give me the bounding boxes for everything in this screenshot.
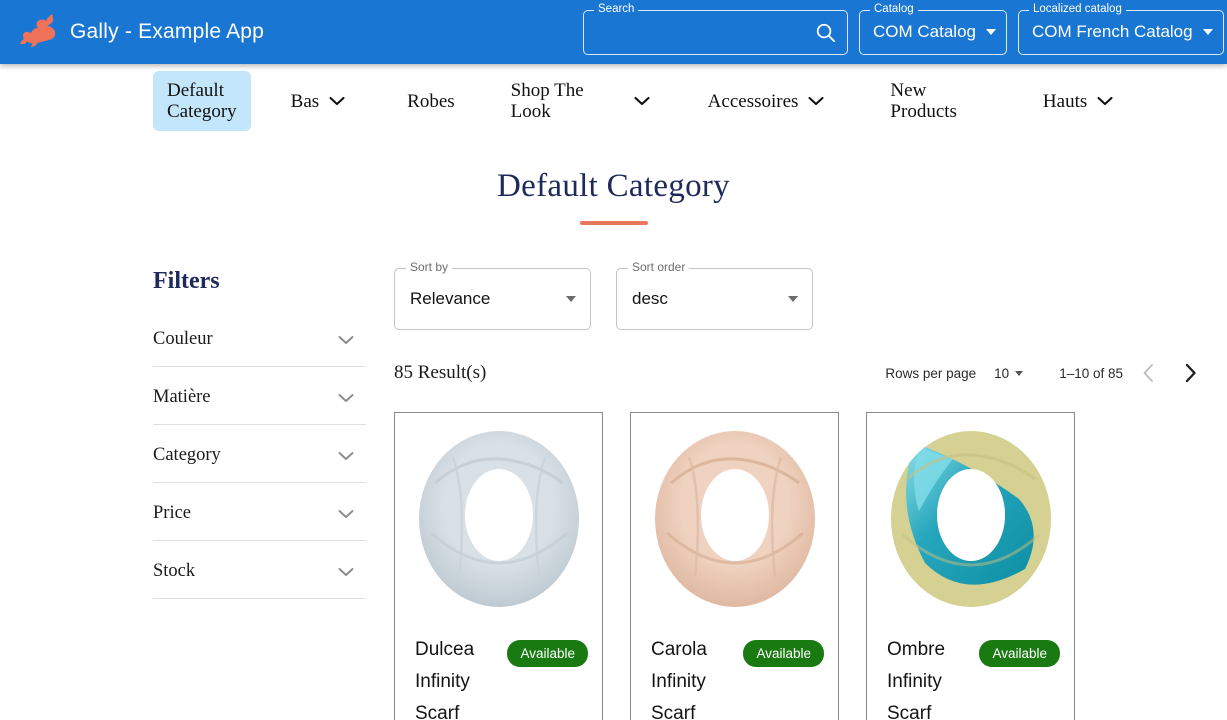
chevron-down-icon[interactable] (338, 509, 354, 519)
chevron-down-icon[interactable] (338, 335, 354, 345)
previous-page-button[interactable] (1131, 356, 1165, 390)
product-info: Carola Infinity Scarf Available (631, 618, 838, 720)
nav-item-bas[interactable]: Bas (277, 82, 360, 121)
sort-controls: Sort by Relevance Sort order desc (394, 261, 1207, 330)
nav-item-label: Shop The Look (510, 80, 584, 122)
rows-per-page-label: Rows per page (885, 365, 977, 381)
status-badge: Available (743, 640, 824, 667)
title-underline (579, 221, 648, 225)
app-title: Gally - Example App (70, 20, 265, 43)
filters-heading: Filters (153, 268, 220, 294)
product-name: Dulcea Infinity Scarf (415, 639, 475, 720)
filter-label: Category (153, 445, 221, 465)
status-badge: Available (979, 640, 1060, 667)
catalog-label: Catalog (870, 2, 918, 15)
nav-item-new-products[interactable]: New Products (876, 71, 971, 131)
product-card[interactable]: Carola Infinity Scarf Available (630, 412, 839, 720)
search-field[interactable]: Search (583, 2, 848, 55)
filter-label: Couleur (153, 329, 213, 349)
chevron-right-icon (1185, 363, 1196, 383)
result-count: 85 Result(s) (394, 362, 487, 383)
results-meta-bar: 85 Result(s) Rows per page 10 1–10 of 85 (394, 356, 1207, 390)
page-range: 1–10 of 85 (1059, 365, 1123, 381)
chevron-down-icon[interactable] (329, 96, 345, 106)
chevron-down-icon[interactable] (634, 96, 650, 106)
product-info: Dulcea Infinity Scarf Available (395, 618, 602, 720)
product-name: Carola Infinity Scarf (651, 639, 707, 720)
rows-per-page-select[interactable]: 10 (994, 365, 1024, 381)
header-controls: Search Catalog COM Catalog Localized cat… (583, 0, 1224, 64)
next-page-button[interactable] (1173, 356, 1207, 390)
filter-price[interactable]: Price (153, 501, 366, 541)
localized-catalog-select[interactable]: Localized catalog COM French Catalog (1017, 2, 1224, 55)
page-title-block: Default Category (0, 168, 1227, 225)
nav-item-accessoires[interactable]: Accessoires (694, 82, 839, 121)
sort-by-value: Relevance (410, 289, 491, 308)
nav-item-label: Robes (407, 90, 455, 112)
scarf-image-icon (890, 430, 1051, 607)
chevron-left-icon (1143, 364, 1153, 382)
localized-catalog-value: COM French Catalog (1031, 22, 1193, 41)
main-content: Filters Couleur Matière Category Price S… (0, 261, 1227, 720)
product-image (395, 413, 602, 618)
product-name: Ombre Infinity Scarf (887, 639, 946, 720)
product-grid: Dulcea Infinity Scarf Available Carola I… (394, 412, 1207, 720)
rows-per-page-value: 10 (994, 365, 1010, 381)
chevron-down-icon[interactable] (338, 393, 354, 403)
scarf-image-icon (418, 430, 579, 607)
nav-item-shop-the-look[interactable]: Shop The Look (497, 71, 664, 131)
chevron-down-icon[interactable] (338, 451, 354, 461)
sort-by-label: Sort by (406, 261, 453, 274)
sort-order-select[interactable]: Sort order desc (616, 261, 813, 330)
chevron-down-icon[interactable] (1015, 370, 1024, 376)
rabbit-logo-icon (20, 14, 56, 47)
category-nav: Default Category Bas Robes Shop The Look… (0, 64, 1227, 138)
chevron-down-icon[interactable] (1202, 29, 1213, 35)
search-input[interactable] (584, 10, 814, 54)
chevron-down-icon[interactable] (808, 96, 824, 106)
search-icon[interactable] (814, 21, 837, 44)
pagination: Rows per page 10 1–10 of 85 (885, 356, 1207, 390)
localized-catalog-label: Localized catalog (1028, 2, 1126, 15)
sort-by-select[interactable]: Sort by Relevance (394, 261, 591, 330)
product-info: Ombre Infinity Scarf Available (867, 618, 1074, 720)
chevron-down-icon[interactable] (1097, 96, 1113, 106)
chevron-down-icon[interactable] (566, 296, 576, 302)
app-header: Gally - Example App Search Catalog COM C… (0, 0, 1227, 64)
nav-item-label: Bas (290, 90, 320, 112)
product-image (867, 413, 1074, 618)
filters-sidebar: Filters Couleur Matière Category Price S… (153, 268, 366, 720)
nav-item-label: Hauts (1042, 90, 1088, 112)
filter-label: Price (153, 503, 192, 523)
status-badge: Available (507, 640, 588, 667)
filter-label: Matière (153, 387, 211, 407)
chevron-down-icon[interactable] (985, 29, 996, 35)
page-title: Default Category (497, 168, 730, 204)
catalog-select[interactable]: Catalog COM Catalog (859, 2, 1007, 55)
nav-item-label: New Products (890, 80, 957, 122)
filter-stock[interactable]: Stock (153, 559, 366, 599)
scarf-image-icon (654, 430, 815, 607)
product-card[interactable]: Ombre Infinity Scarf Available (866, 412, 1075, 720)
nav-item-default-category[interactable]: Default Category (153, 71, 251, 131)
brand[interactable]: Gally - Example App (0, 13, 264, 51)
nav-item-label: Default Category (167, 80, 237, 122)
nav-item-label: Accessoires (707, 90, 799, 112)
results-panel: Sort by Relevance Sort order desc 85 Res… (366, 261, 1227, 720)
catalog-value: COM Catalog (873, 22, 976, 41)
nav-item-robes[interactable]: Robes (393, 82, 469, 121)
sort-order-label: Sort order (628, 261, 690, 274)
filter-category[interactable]: Category (153, 443, 366, 483)
filter-label: Stock (153, 561, 196, 581)
chevron-down-icon[interactable] (338, 567, 354, 577)
filter-matiere[interactable]: Matière (153, 385, 366, 425)
chevron-down-icon[interactable] (788, 296, 798, 302)
product-card[interactable]: Dulcea Infinity Scarf Available (394, 412, 603, 720)
product-image (631, 413, 838, 618)
nav-item-hauts[interactable]: Hauts (1029, 82, 1127, 121)
sort-order-value: desc (632, 289, 668, 308)
filter-couleur[interactable]: Couleur (153, 327, 366, 367)
